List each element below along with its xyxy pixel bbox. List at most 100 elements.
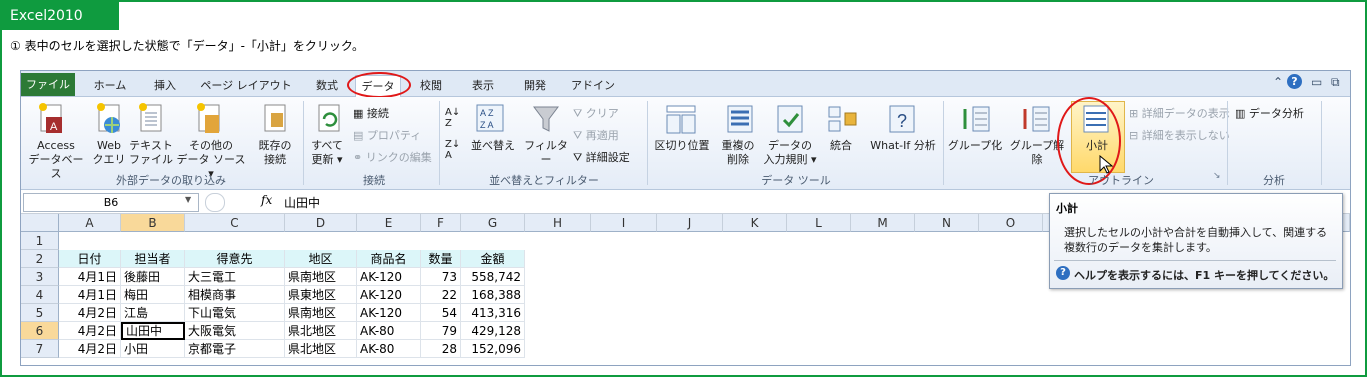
tab-review[interactable]: 校閲 xyxy=(411,75,451,96)
clear-filter-button[interactable]: ⛛ クリア xyxy=(573,105,619,121)
tab-view[interactable]: 表示 xyxy=(463,75,503,96)
row-header-5[interactable]: 5 xyxy=(21,304,59,322)
table-header-cell[interactable]: 日付 xyxy=(59,250,121,268)
reapply-button[interactable]: ⛛ 再適用 xyxy=(573,127,619,143)
table-cell[interactable]: 22 xyxy=(421,286,461,304)
advanced-filter-button[interactable]: ⛛ 詳細設定 xyxy=(573,149,630,165)
table-cell[interactable]: 県北地区 xyxy=(285,340,357,358)
show-detail-button[interactable]: ⊞ 詳細データの表示 xyxy=(1129,105,1230,121)
table-cell[interactable]: 73 xyxy=(421,268,461,286)
column-header-e[interactable]: E xyxy=(357,214,421,232)
table-cell[interactable]: 相模商事 xyxy=(185,286,285,304)
data-validation-button[interactable]: データの 入力規則 ▾ xyxy=(759,139,821,167)
active-cell[interactable]: 山田中 xyxy=(121,322,185,340)
table-cell[interactable]: 4月2日 xyxy=(59,340,121,358)
column-header-h[interactable]: H xyxy=(525,214,591,232)
table-cell[interactable]: 県南地区 xyxy=(285,304,357,322)
formula-input[interactable]: 山田中 xyxy=(284,194,320,211)
sort-az-icon[interactable]: A↓ Z xyxy=(445,107,460,129)
table-cell[interactable]: 168,388 xyxy=(461,286,525,304)
table-cell[interactable]: AK-120 xyxy=(357,268,421,286)
table-cell[interactable]: 梅田 xyxy=(121,286,185,304)
table-cell[interactable]: 大阪電気 xyxy=(185,322,285,340)
tab-home[interactable]: ホーム xyxy=(83,75,137,96)
table-cell[interactable]: 京都電子 xyxy=(185,340,285,358)
table-cell[interactable]: 小田 xyxy=(121,340,185,358)
existing-connections-button[interactable]: 既存の 接続 xyxy=(253,139,297,167)
column-header-n[interactable]: N xyxy=(915,214,979,232)
table-cell[interactable]: AK-80 xyxy=(357,322,421,340)
tab-insert[interactable]: 挿入 xyxy=(143,75,187,96)
restore-icon[interactable]: ⧉ xyxy=(1331,75,1340,90)
data-analysis-button[interactable]: ▥ データ分析 xyxy=(1235,105,1304,121)
row-header-1[interactable]: 1 xyxy=(21,232,59,250)
table-cell[interactable]: 県東地区 xyxy=(285,286,357,304)
group-button[interactable]: グループ化 xyxy=(945,139,1005,153)
remove-duplicates-button[interactable]: 重複の 削除 xyxy=(715,139,761,167)
filter-button[interactable]: フィルター xyxy=(521,139,571,167)
sort-za-icon[interactable]: Z↓ A xyxy=(445,139,460,161)
tab-page-layout[interactable]: ページ レイアウト xyxy=(193,75,299,96)
row-header-7[interactable]: 7 xyxy=(21,340,59,358)
text-file-button[interactable]: テキスト ファイル xyxy=(129,139,173,167)
table-cell[interactable]: 県北地区 xyxy=(285,322,357,340)
tab-formulas[interactable]: 数式 xyxy=(305,75,349,96)
table-header-cell[interactable]: 担当者 xyxy=(121,250,185,268)
select-all-corner[interactable] xyxy=(21,214,59,232)
table-cell[interactable]: AK-120 xyxy=(357,286,421,304)
text-to-columns-button[interactable]: 区切り位置 xyxy=(653,139,711,153)
column-header-d[interactable]: D xyxy=(285,214,357,232)
table-cell[interactable]: 4月1日 xyxy=(59,286,121,304)
table-cell[interactable]: AK-80 xyxy=(357,340,421,358)
dialog-launcher-icon[interactable]: ↘ xyxy=(1213,171,1221,181)
table-cell[interactable]: AK-120 xyxy=(357,304,421,322)
column-header-o[interactable]: O xyxy=(979,214,1043,232)
table-header-cell[interactable]: 地区 xyxy=(285,250,357,268)
insert-function-icon[interactable]: fx xyxy=(261,193,272,207)
table-cell[interactable]: 558,742 xyxy=(461,268,525,286)
row-header-4[interactable]: 4 xyxy=(21,286,59,304)
table-cell[interactable]: 後藤田 xyxy=(121,268,185,286)
name-box-dropdown-icon[interactable]: ▼ xyxy=(185,195,191,204)
row-header-2[interactable]: 2 xyxy=(21,250,59,268)
hide-detail-button[interactable]: ⊟ 詳細を表示しない xyxy=(1129,127,1230,143)
table-cell[interactable]: 4月2日 xyxy=(59,304,121,322)
table-cell[interactable]: 413,316 xyxy=(461,304,525,322)
minimize-icon[interactable]: ▭ xyxy=(1311,75,1322,89)
row-header-3[interactable]: 3 xyxy=(21,268,59,286)
table-cell[interactable]: 152,096 xyxy=(461,340,525,358)
table-cell[interactable]: 4月1日 xyxy=(59,268,121,286)
minimize-ribbon-icon[interactable]: ⌃ xyxy=(1273,75,1283,89)
table-cell[interactable]: 下山電気 xyxy=(185,304,285,322)
column-header-a[interactable]: A xyxy=(59,214,121,232)
table-cell[interactable]: 79 xyxy=(421,322,461,340)
what-if-button[interactable]: What-If 分析 xyxy=(861,139,945,153)
table-cell[interactable]: 54 xyxy=(421,304,461,322)
edit-links-button[interactable]: ⚭ リンクの編集 xyxy=(353,149,432,165)
web-query-button[interactable]: Web クエリ xyxy=(89,139,129,167)
column-header-b[interactable]: B xyxy=(121,214,185,232)
properties-button[interactable]: ▤ プロパティ xyxy=(353,127,421,143)
column-header-f[interactable]: F xyxy=(421,214,461,232)
table-cell[interactable]: 4月2日 xyxy=(59,322,121,340)
table-header-cell[interactable]: 商品名 xyxy=(357,250,421,268)
consolidate-button[interactable]: 統合 xyxy=(821,139,861,153)
column-header-k[interactable]: K xyxy=(723,214,787,232)
table-cell[interactable]: 江島 xyxy=(121,304,185,322)
column-header-i[interactable]: I xyxy=(591,214,657,232)
sort-button[interactable]: 並べ替え xyxy=(465,139,521,153)
column-header-j[interactable]: J xyxy=(657,214,723,232)
table-cell[interactable]: 28 xyxy=(421,340,461,358)
table-cell[interactable]: 429,128 xyxy=(461,322,525,340)
column-header-g[interactable]: G xyxy=(461,214,525,232)
help-icon[interactable]: ? xyxy=(1287,74,1302,89)
table-header-cell[interactable]: 数量 xyxy=(421,250,461,268)
column-header-m[interactable]: M xyxy=(851,214,915,232)
table-header-cell[interactable]: 金額 xyxy=(461,250,525,268)
row-header-6[interactable]: 6 xyxy=(21,322,59,340)
tab-developer[interactable]: 開発 xyxy=(515,75,555,96)
table-cell[interactable]: 県南地区 xyxy=(285,268,357,286)
column-header-c[interactable]: C xyxy=(185,214,285,232)
tab-addins[interactable]: アドイン xyxy=(569,75,617,96)
table-cell[interactable]: 大三電工 xyxy=(185,268,285,286)
